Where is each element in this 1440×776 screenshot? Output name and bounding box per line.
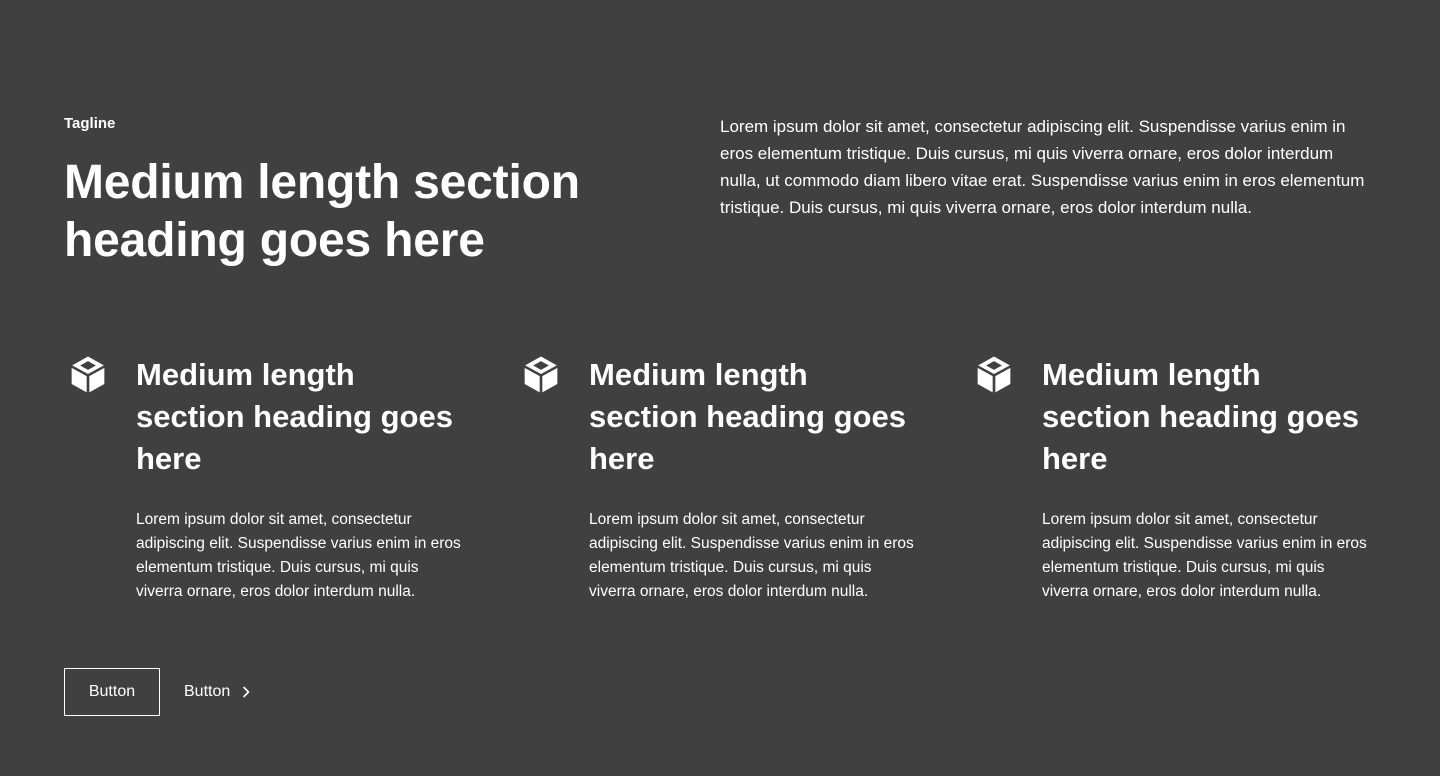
feature-text: Lorem ipsum dolor sit amet, consectetur … bbox=[589, 511, 914, 600]
intro-column: Lorem ipsum dolor sit amet, consectetur … bbox=[720, 112, 1376, 270]
section-heading: Medium length section heading goes here bbox=[64, 156, 580, 267]
cube-icon bbox=[64, 354, 112, 402]
features-list: Medium length section heading goes here … bbox=[64, 354, 1376, 604]
cube-icon bbox=[517, 354, 565, 402]
chevron-right-icon bbox=[238, 684, 254, 700]
feature-text: Lorem ipsum dolor sit amet, consectetur … bbox=[136, 511, 461, 600]
heading-column: Tagline Medium length section heading go… bbox=[64, 112, 624, 270]
primary-button[interactable]: Button bbox=[64, 668, 160, 716]
section-header: Tagline Medium length section heading go… bbox=[64, 112, 1376, 270]
feature-heading: Medium length section heading goes here bbox=[589, 357, 906, 476]
feature-section: Tagline Medium length section heading go… bbox=[0, 0, 1440, 776]
cube-icon bbox=[970, 354, 1018, 402]
feature-text: Lorem ipsum dolor sit amet, consectetur … bbox=[1042, 511, 1367, 600]
feature-heading: Medium length section heading goes here bbox=[136, 357, 453, 476]
feature-body: Medium length section heading goes here … bbox=[589, 354, 914, 604]
feature-body: Medium length section heading goes here … bbox=[136, 354, 461, 604]
feature-item: Medium length section heading goes here … bbox=[517, 354, 914, 604]
feature-heading: Medium length section heading goes here bbox=[1042, 357, 1359, 476]
intro-text: Lorem ipsum dolor sit amet, consectetur … bbox=[720, 117, 1365, 217]
actions: Button Button bbox=[64, 668, 1376, 716]
tagline: Tagline bbox=[64, 115, 116, 132]
secondary-button-label: Button bbox=[184, 683, 231, 700]
secondary-link-button[interactable]: Button bbox=[184, 683, 254, 701]
feature-body: Medium length section heading goes here … bbox=[1042, 354, 1367, 604]
feature-item: Medium length section heading goes here … bbox=[970, 354, 1367, 604]
feature-item: Medium length section heading goes here … bbox=[64, 354, 461, 604]
